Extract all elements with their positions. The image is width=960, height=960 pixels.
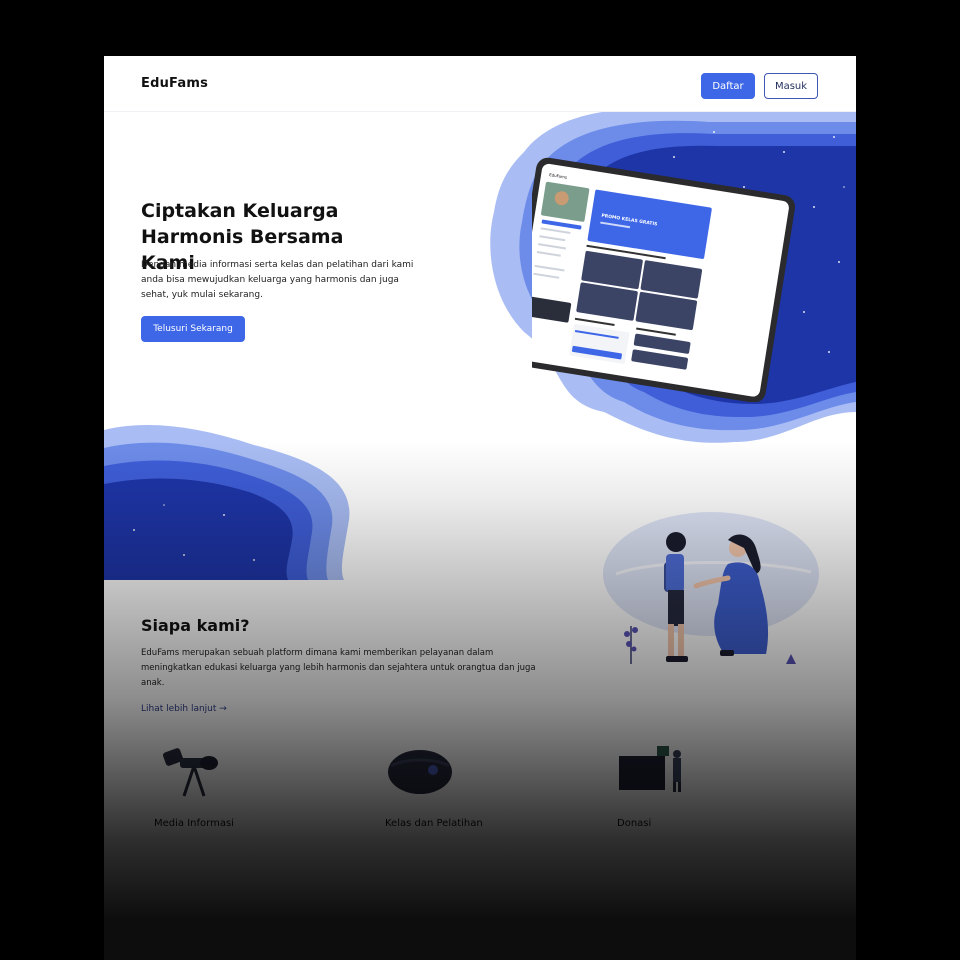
telescope-icon: [162, 748, 218, 797]
see-more-link[interactable]: Lihat lebih lanjut →: [141, 704, 227, 714]
explore-now-button[interactable]: Telusuri Sekarang: [141, 316, 245, 342]
feature-kelas-pelatihan[interactable]: Kelas dan Pelatihan: [385, 736, 575, 829]
donation-box-icon: [619, 746, 681, 792]
feature-title: Media Informasi: [154, 818, 234, 829]
feature-title: Kelas dan Pelatihan: [385, 818, 483, 829]
feature-title: Donasi: [617, 818, 652, 829]
hero-description: Dengan media informasi serta kelas dan p…: [141, 260, 414, 300]
feature-donasi[interactable]: Donasi: [617, 736, 807, 829]
tablet-mockup: EduFams PROMO KELAS GRATIS: [532, 157, 796, 402]
navbar: EduFams Daftar Masuk: [104, 56, 856, 112]
about-description: EduFams merupakan sebuah platform dimana…: [141, 648, 536, 688]
brand-logo[interactable]: EduFams: [141, 76, 208, 91]
about-title: Siapa kami?: [141, 616, 250, 635]
family-illustration: [603, 512, 819, 664]
landing-page: EduFams Daftar Masuk Ciptakan Keluarga H…: [104, 56, 856, 960]
hero-blob-left: [104, 425, 350, 580]
feature-media-informasi[interactable]: Media Informasi: [154, 736, 344, 829]
login-button[interactable]: Masuk: [764, 73, 818, 99]
vr-headset-icon: [388, 750, 452, 794]
register-button[interactable]: Daftar: [701, 73, 755, 99]
hero-title-line1: Ciptakan Keluarga: [141, 200, 339, 222]
